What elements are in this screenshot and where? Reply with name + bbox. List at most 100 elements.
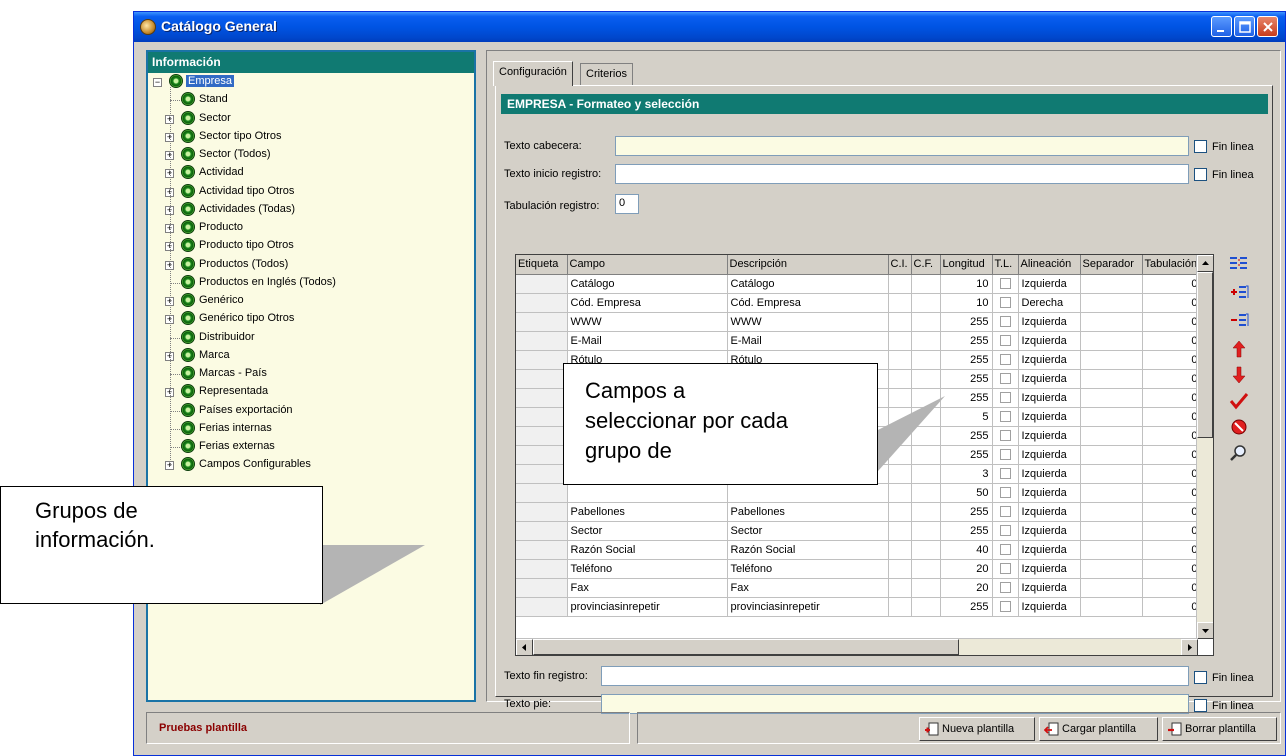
ci-cell[interactable] — [888, 293, 912, 313]
campo-cell[interactable]: Sector — [567, 521, 728, 541]
tl-checkbox[interactable] — [999, 506, 1011, 518]
separador-cell[interactable] — [1080, 293, 1143, 313]
tl-checkbox[interactable] — [999, 354, 1011, 366]
tl-checkbox[interactable] — [999, 449, 1011, 461]
tl-cell[interactable] — [992, 540, 1019, 560]
scroll-left-button[interactable] — [516, 639, 533, 655]
grid-vertical-scrollbar[interactable] — [1196, 255, 1213, 639]
tree-item[interactable]: Países exportación — [148, 402, 468, 420]
ci-cell[interactable] — [888, 407, 912, 427]
table-row[interactable]: Cód. Empresa Cód. Empresa 10 Derecha 0 — [516, 293, 1202, 313]
etiqueta-cell[interactable] — [516, 293, 568, 313]
tabulacion-cell[interactable]: 0 — [1142, 407, 1202, 427]
descripcion-cell[interactable]: E-Mail — [727, 331, 889, 351]
tl-checkbox[interactable] — [999, 335, 1011, 347]
campo-cell[interactable] — [567, 483, 728, 503]
separador-cell[interactable] — [1080, 426, 1143, 446]
tl-cell[interactable] — [992, 578, 1019, 598]
tl-cell[interactable] — [992, 388, 1019, 408]
cf-cell[interactable] — [911, 597, 941, 617]
alineacion-cell[interactable]: Derecha — [1018, 293, 1081, 313]
etiqueta-cell[interactable] — [516, 483, 568, 503]
tree-item[interactable]: + Sector — [148, 110, 468, 128]
fin-linea-pie-checkbox[interactable] — [1194, 699, 1207, 712]
tl-checkbox[interactable] — [999, 468, 1011, 480]
title-bar[interactable]: Catálogo General — [134, 12, 1285, 42]
etiqueta-cell[interactable] — [516, 426, 568, 446]
longitud-cell[interactable]: 40 — [940, 540, 993, 560]
longitud-cell[interactable]: 255 — [940, 445, 993, 465]
separador-cell[interactable] — [1080, 464, 1143, 484]
select-all-button[interactable] — [1227, 254, 1251, 278]
ci-cell[interactable] — [888, 540, 912, 560]
table-row[interactable]: 50 Izquierda 0 — [516, 483, 1202, 503]
ci-cell[interactable] — [888, 445, 912, 465]
tl-cell[interactable] — [992, 464, 1019, 484]
ci-cell[interactable] — [888, 597, 912, 617]
cf-cell[interactable] — [911, 369, 941, 389]
cf-cell[interactable] — [911, 540, 941, 560]
texto-fin-field[interactable] — [601, 666, 1189, 686]
cf-cell[interactable] — [911, 559, 941, 579]
scroll-up-button[interactable] — [1197, 255, 1213, 272]
tree-item[interactable]: + Sector (Todos) — [148, 146, 468, 164]
tabulacion-cell[interactable]: 0 — [1142, 597, 1202, 617]
alineacion-cell[interactable]: Izquierda — [1018, 274, 1081, 294]
tree-item[interactable]: Distribuidor — [148, 329, 468, 347]
tree-item[interactable]: + Productos (Todos) — [148, 256, 468, 274]
longitud-cell[interactable]: 255 — [940, 331, 993, 351]
alineacion-cell[interactable]: Izquierda — [1018, 483, 1081, 503]
descripcion-cell[interactable]: Fax — [727, 578, 889, 598]
collapse-icon[interactable]: − — [153, 78, 162, 87]
separador-cell[interactable] — [1080, 445, 1143, 465]
tl-cell[interactable] — [992, 274, 1019, 294]
etiqueta-cell[interactable] — [516, 597, 568, 617]
cf-cell[interactable] — [911, 293, 941, 313]
texto-cabecera-field[interactable] — [615, 136, 1189, 156]
table-row[interactable]: Pabellones Pabellones 255 Izquierda 0 — [516, 502, 1202, 522]
tabulacion-cell[interactable]: 0 — [1142, 350, 1202, 370]
longitud-cell[interactable]: 255 — [940, 426, 993, 446]
descripcion-cell[interactable]: Sector — [727, 521, 889, 541]
longitud-cell[interactable]: 10 — [940, 293, 993, 313]
ci-cell[interactable] — [888, 350, 912, 370]
alineacion-cell[interactable]: Izquierda — [1018, 502, 1081, 522]
etiqueta-cell[interactable] — [516, 559, 568, 579]
tl-cell[interactable] — [992, 445, 1019, 465]
separador-cell[interactable] — [1080, 597, 1143, 617]
tree-item[interactable]: + Producto tipo Otros — [148, 237, 468, 255]
campo-cell[interactable]: WWW — [567, 312, 728, 332]
table-row[interactable]: Razón Social Razón Social 40 Izquierda 0 — [516, 540, 1202, 560]
tl-checkbox[interactable] — [999, 316, 1011, 328]
campo-cell[interactable]: provinciasinrepetir — [567, 597, 728, 617]
tl-checkbox[interactable] — [999, 411, 1011, 423]
ci-cell[interactable] — [888, 559, 912, 579]
alineacion-cell[interactable]: Izquierda — [1018, 597, 1081, 617]
longitud-cell[interactable]: 255 — [940, 312, 993, 332]
cf-cell[interactable] — [911, 426, 941, 446]
cf-cell[interactable] — [911, 502, 941, 522]
tl-checkbox[interactable] — [999, 582, 1011, 594]
tl-checkbox[interactable] — [999, 392, 1011, 404]
texto-inicio-field[interactable] — [615, 164, 1189, 184]
alineacion-cell[interactable]: Izquierda — [1018, 445, 1081, 465]
tabulacion-cell[interactable]: 0 — [1142, 464, 1202, 484]
column-header[interactable]: Campo — [567, 255, 728, 275]
fin-linea-fin-checkbox[interactable] — [1194, 671, 1207, 684]
longitud-cell[interactable]: 10 — [940, 274, 993, 294]
separador-cell[interactable] — [1080, 483, 1143, 503]
descripcion-cell[interactable] — [727, 483, 889, 503]
longitud-cell[interactable]: 20 — [940, 578, 993, 598]
alineacion-cell[interactable]: Izquierda — [1018, 540, 1081, 560]
minimize-button[interactable] — [1211, 16, 1232, 37]
tl-checkbox[interactable] — [999, 297, 1011, 309]
tab-configuracion[interactable]: Configuración — [493, 61, 573, 86]
longitud-cell[interactable]: 20 — [940, 559, 993, 579]
column-header[interactable]: Longitud — [940, 255, 993, 275]
tabulacion-cell[interactable]: 0 — [1142, 521, 1202, 541]
fin-linea-inicio-checkbox[interactable] — [1194, 168, 1207, 181]
column-header[interactable]: Etiqueta — [516, 255, 568, 275]
tree-item[interactable]: − Empresa — [148, 73, 468, 91]
texto-pie-field[interactable] — [601, 694, 1189, 714]
etiqueta-cell[interactable] — [516, 578, 568, 598]
